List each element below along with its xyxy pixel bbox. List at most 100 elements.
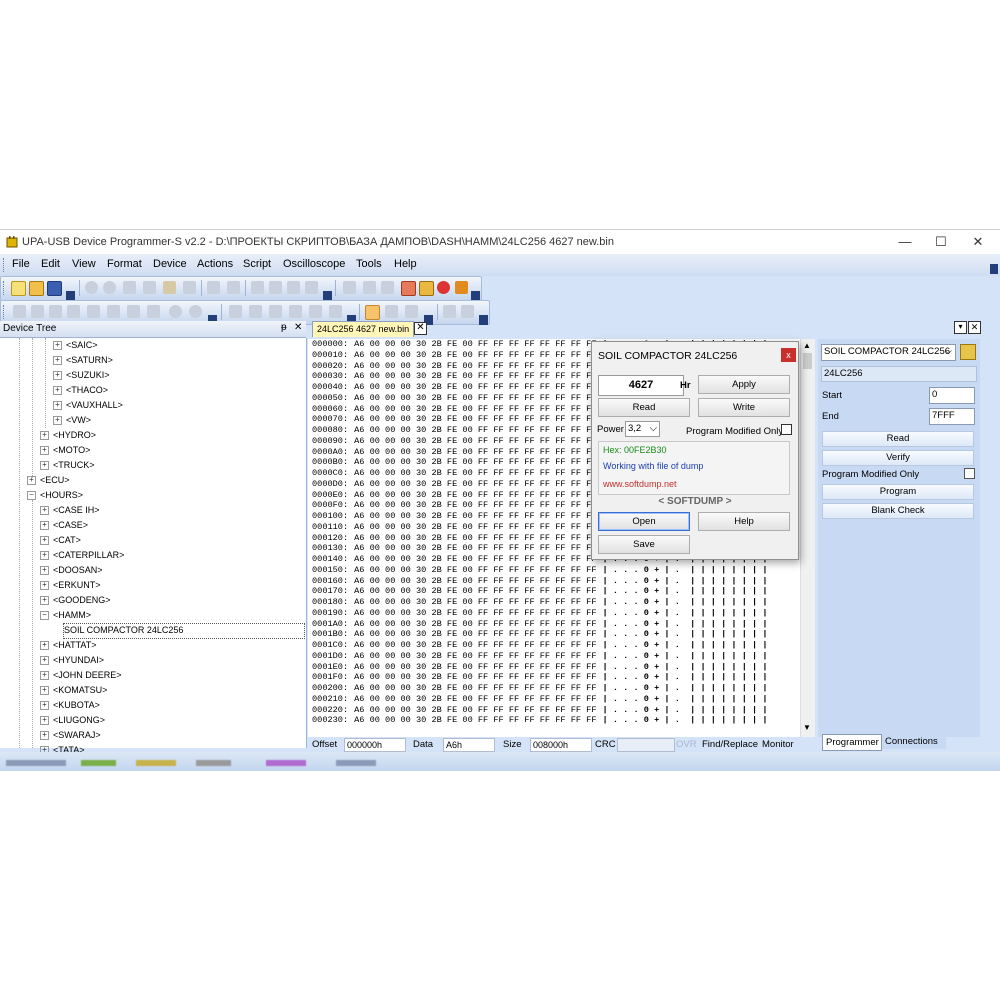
tab-list-icon[interactable]: ▾	[954, 321, 967, 334]
minimize-button[interactable]: —	[890, 233, 920, 251]
hex-ascii[interactable]: | . . . 0 + | . | | | | | | | |	[603, 586, 768, 596]
hex-ascii[interactable]: | . . . 0 + | . | | | | | | | |	[603, 565, 768, 575]
toolbar-grip[interactable]	[3, 305, 7, 319]
menu-view[interactable]: View	[72, 258, 96, 270]
monitor-link[interactable]: Monitor	[762, 739, 794, 750]
expand-icon[interactable]: +	[40, 461, 49, 470]
expand-icon[interactable]: +	[40, 731, 49, 740]
hex-row[interactable]: 000230: A6 00 00 00 30 2B FE 00 FF FF FF …	[312, 715, 768, 726]
hex-row[interactable]: 000160: A6 00 00 00 30 2B FE 00 FF FF FF …	[312, 576, 768, 587]
script-icon[interactable]	[419, 281, 434, 296]
edit-icon[interactable]	[401, 281, 416, 296]
tree-node[interactable]: + <SUZUKI>	[53, 368, 110, 382]
blank-check-button[interactable]: Blank Check	[822, 503, 974, 519]
menu-help[interactable]: Help	[394, 258, 417, 270]
hex-row[interactable]: 000170: A6 00 00 00 30 2B FE 00 FF FF FF …	[312, 586, 768, 597]
tree-node[interactable]: + <CASE>	[40, 518, 88, 532]
expand-icon[interactable]: +	[40, 671, 49, 680]
hex-ascii[interactable]: | . . . 0 + | . | | | | | | | |	[603, 705, 768, 715]
tree-node[interactable]: + <HYDRO>	[40, 428, 96, 442]
tree-node[interactable]: + <MOTO>	[40, 443, 90, 457]
hex-bytes[interactable]: A6 00 00 00 30 2B FE 00 FF FF FF FF FF F…	[354, 543, 596, 553]
hex-bytes[interactable]: A6 00 00 00 30 2B FE 00 FF FF FF FF FF F…	[354, 339, 596, 349]
end-input[interactable]: 7FFF	[929, 408, 975, 425]
expand-icon[interactable]: +	[40, 641, 49, 650]
menu-tools[interactable]: Tools	[356, 258, 382, 270]
dialog-help-button[interactable]: Help	[698, 512, 790, 531]
menu-oscilloscope[interactable]: Oscilloscope	[283, 258, 345, 270]
expand-icon[interactable]: +	[40, 431, 49, 440]
hex-bytes[interactable]: A6 00 00 00 30 2B FE 00 FF FF FF FF FF F…	[354, 468, 596, 478]
tree-node[interactable]: + <JOHN DEERE>	[40, 668, 122, 682]
expand-icon[interactable]: +	[40, 686, 49, 695]
hex-bytes[interactable]: A6 00 00 00 30 2B FE 00 FF FF FF FF FF F…	[354, 425, 596, 435]
expand-icon[interactable]: +	[40, 506, 49, 515]
hex-bytes[interactable]: A6 00 00 00 30 2B FE 00 FF FF FF FF FF F…	[354, 651, 596, 661]
device-select[interactable]: SOIL COMPACTOR 24LC256 ⌵	[821, 344, 956, 361]
program-modified-only-checkbox[interactable]	[964, 468, 975, 479]
hex-bytes[interactable]: A6 00 00 00 30 2B FE 00 FF FF FF FF FF F…	[354, 371, 596, 381]
hex-row[interactable]: 000150: A6 00 00 00 30 2B FE 00 FF FF FF …	[312, 565, 768, 576]
expand-icon[interactable]: +	[53, 341, 62, 350]
hex-bytes[interactable]: A6 00 00 00 30 2B FE 00 FF FF FF FF FF F…	[354, 662, 596, 672]
dialog-close-button[interactable]: x	[781, 348, 796, 362]
menu-edit[interactable]: Edit	[41, 258, 60, 270]
hex-bytes[interactable]: A6 00 00 00 30 2B FE 00 FF FF FF FF FF F…	[354, 522, 596, 532]
hex-ascii[interactable]: | . . . 0 + | . | | | | | | | |	[603, 715, 768, 725]
pin-icon[interactable]: ᵽ	[281, 322, 287, 333]
tree-node[interactable]: − <HAMM>	[40, 608, 91, 622]
expand-icon[interactable]: +	[40, 656, 49, 665]
close-panel-icon[interactable]: ✕	[294, 322, 302, 333]
device-config-icon[interactable]	[960, 344, 976, 360]
tree-node[interactable]: + <CATERPILLAR>	[40, 548, 124, 562]
website-link[interactable]: www.softdump.net	[603, 479, 677, 489]
hex-bytes[interactable]: A6 00 00 00 30 2B FE 00 FF FF FF FF FF F…	[354, 361, 596, 371]
tree-node[interactable]: + <VAUXHALL>	[53, 398, 123, 412]
expand-icon[interactable]: +	[53, 371, 62, 380]
hex-bytes[interactable]: A6 00 00 00 30 2B FE 00 FF FF FF FF FF F…	[354, 640, 596, 650]
tree-node[interactable]: + <ERKUNT>	[40, 578, 101, 592]
collapse-icon[interactable]: −	[27, 491, 36, 500]
scroll-down-icon[interactable]: ▼	[803, 723, 811, 732]
hex-row[interactable]: 000210: A6 00 00 00 30 2B FE 00 FF FF FF …	[312, 694, 768, 705]
apply-button[interactable]: Apply	[698, 375, 790, 394]
menu-actions[interactable]: Actions	[197, 258, 233, 270]
hex-row[interactable]: 0001E0: A6 00 00 00 30 2B FE 00 FF FF FF …	[312, 662, 768, 673]
dialog-save-button[interactable]: Save	[598, 535, 690, 554]
tree-node[interactable]: + <LIUGONG>	[40, 713, 105, 727]
menu-overflow-icon[interactable]	[990, 264, 998, 274]
tree-node[interactable]: + <CASE IH>	[40, 503, 100, 517]
tree-node[interactable]: + <ECU>	[27, 473, 70, 487]
hex-bytes[interactable]: A6 00 00 00 30 2B FE 00 FF FF FF FF FF F…	[354, 683, 596, 693]
toolbar-grip[interactable]	[3, 281, 7, 295]
expand-icon[interactable]: +	[53, 356, 62, 365]
tree-node[interactable]: + <SATURN>	[53, 353, 113, 367]
hex-bytes[interactable]: A6 00 00 00 30 2B FE 00 FF FF FF FF FF F…	[354, 608, 596, 618]
hex-bytes[interactable]: A6 00 00 00 30 2B FE 00 FF FF FF FF FF F…	[354, 629, 596, 639]
hex-bytes[interactable]: A6 00 00 00 30 2B FE 00 FF FF FF FF FF F…	[354, 705, 596, 715]
hex-row[interactable]: 0001D0: A6 00 00 00 30 2B FE 00 FF FF FF …	[312, 651, 768, 662]
find-replace-link[interactable]: Find/Replace	[702, 739, 758, 750]
expand-icon[interactable]: +	[40, 551, 49, 560]
hex-row[interactable]: 0001B0: A6 00 00 00 30 2B FE 00 FF FF FF …	[312, 629, 768, 640]
tab-close-icon[interactable]: ✕	[414, 322, 427, 335]
tab-programmer[interactable]: Programmer	[822, 734, 882, 751]
tree-node[interactable]: + <VW>	[53, 413, 91, 427]
hex-bytes[interactable]: A6 00 00 00 30 2B FE 00 FF FF FF FF FF F…	[354, 479, 596, 489]
hex-bytes[interactable]: A6 00 00 00 30 2B FE 00 FF FF FF FF FF F…	[354, 694, 596, 704]
tab-24lc256-file[interactable]: 24LC256 4627 new.bin	[312, 321, 415, 337]
tree-node[interactable]: + <KOMATSU>	[40, 683, 107, 697]
hex-bytes[interactable]: A6 00 00 00 30 2B FE 00 FF FF FF FF FF F…	[354, 490, 596, 500]
collapse-icon[interactable]: −	[40, 611, 49, 620]
tree-node[interactable]: + <KUBOTA>	[40, 698, 100, 712]
menu-script[interactable]: Script	[243, 258, 271, 270]
hex-bytes[interactable]: A6 00 00 00 30 2B FE 00 FF FF FF FF FF F…	[354, 576, 596, 586]
expand-icon[interactable]: +	[53, 401, 62, 410]
power-select[interactable]: 3,2 ⌵	[625, 421, 660, 437]
hex-bytes[interactable]: A6 00 00 00 30 2B FE 00 FF FF FF FF FF F…	[354, 597, 596, 607]
menu-format[interactable]: Format	[107, 258, 142, 270]
hex-ascii[interactable]: | . . . 0 + | . | | | | | | | |	[603, 683, 768, 693]
pointer-tool-icon[interactable]	[365, 305, 380, 320]
hex-bytes[interactable]: A6 00 00 00 30 2B FE 00 FF FF FF FF FF F…	[354, 436, 596, 446]
hex-ascii[interactable]: | . . . 0 + | . | | | | | | | |	[603, 651, 768, 661]
